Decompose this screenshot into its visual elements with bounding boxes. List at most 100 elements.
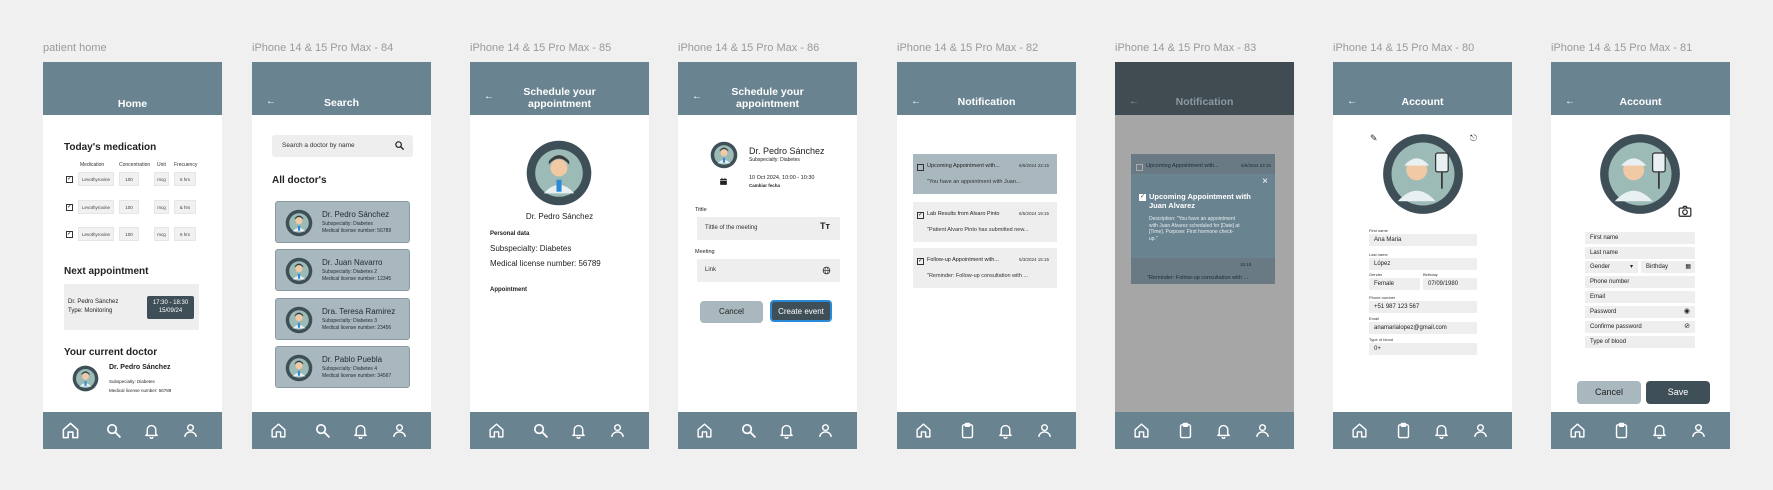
doctor-name: Dr. Pedro Sánchez (525, 212, 594, 221)
page-title: Notification (1175, 96, 1234, 108)
bell-icon[interactable] (143, 422, 160, 439)
popup-checkbox[interactable]: ✓ (1139, 194, 1146, 201)
doctor-name: Dr. Pedro Sánchez (109, 364, 171, 371)
cancel-button[interactable]: Cancel (1577, 381, 1641, 404)
notification-item[interactable]: Upcoming Appointment with... 6/6/2024 22… (913, 154, 1057, 194)
home-icon[interactable] (270, 422, 287, 439)
notification-item[interactable]: ✓ Lab Results from Alvaro Pinto 6/5/2024… (913, 202, 1057, 242)
email-input[interactable]: Email (1585, 291, 1695, 303)
doctor-license: Medical license number: 56789 (322, 228, 392, 234)
doctor-avatar (710, 141, 738, 169)
home-icon[interactable] (696, 422, 713, 439)
notification-date: 6/6/2024 22:15 (1018, 163, 1049, 168)
clipboard-icon[interactable] (959, 422, 976, 439)
med-name: Levothyroxine (78, 227, 114, 241)
search-bar[interactable]: Search a doctor by name (272, 135, 413, 157)
med-frequency: 6 hrs (174, 172, 196, 186)
last-name-value: López (1369, 258, 1477, 270)
notification-checkbox[interactable] (917, 164, 924, 171)
bell-icon[interactable] (1433, 422, 1450, 439)
eye-off-icon[interactable]: ⊘ (1684, 321, 1690, 333)
notification-checkbox[interactable] (1136, 164, 1143, 171)
page-title: Schedule your appointment (678, 86, 857, 110)
col-unit: Unit (157, 162, 166, 168)
appointment-time: 17:30 - 18:30 (152, 300, 189, 306)
bell-icon[interactable] (997, 422, 1014, 439)
cancel-button[interactable]: Cancel (700, 301, 763, 323)
user-icon[interactable] (1036, 422, 1053, 439)
frame-label-account-edit: iPhone 14 & 15 Pro Max - 81 (1551, 42, 1693, 54)
notification-item[interactable]: ✓ Follow-up Appointment with... 5/3/2024… (913, 248, 1057, 288)
appointment-card[interactable]: Dr. Pedro Sánchez Type: Monitoring 17:30… (64, 284, 199, 330)
bell-icon[interactable] (352, 422, 369, 439)
notification-checkbox[interactable]: ✓ (917, 212, 924, 219)
phone-input[interactable]: Phone number (1585, 276, 1695, 288)
home-icon[interactable] (915, 422, 932, 439)
user-icon[interactable] (1690, 422, 1707, 439)
user-icon[interactable] (1472, 422, 1489, 439)
blood-type-input[interactable]: Type of blood (1585, 336, 1695, 348)
save-button[interactable]: Save (1646, 381, 1710, 404)
med-frequency: 6 hrs (174, 227, 196, 241)
bottom-nav (43, 412, 222, 449)
doctor-card[interactable]: Dra. Teresa Ramirez Subspecialty: Diabet… (275, 298, 410, 340)
doctor-card[interactable]: Dr. Pablo Puebla Subspecialty: Diabetes … (275, 346, 410, 388)
gender-select[interactable]: Gender ▾ (1585, 261, 1638, 273)
home-icon[interactable] (1569, 422, 1586, 439)
gender-select-label: Gender (1590, 264, 1611, 270)
home-icon[interactable] (488, 422, 505, 439)
user-icon[interactable] (609, 422, 626, 439)
last-name-label: Last name (1369, 252, 1388, 257)
last-name-input[interactable]: Last name (1585, 247, 1695, 259)
header: ← Notification (1115, 62, 1294, 115)
meeting-link-input[interactable]: Link (697, 259, 840, 282)
bell-icon[interactable] (570, 422, 587, 439)
home-icon[interactable] (61, 421, 80, 440)
create-event-button[interactable]: Create event (770, 300, 832, 322)
confirm-password-input[interactable]: Confirme password ⊘ (1585, 321, 1695, 333)
user-icon[interactable] (1254, 422, 1271, 439)
notification-checkbox[interactable]: ✓ (917, 258, 924, 265)
medication-checkbox[interactable]: ✓ (66, 176, 73, 183)
search-icon[interactable] (740, 422, 757, 439)
meeting-label: Meeting (695, 249, 715, 255)
popup-desc-line: Description: "You have an appointment (1149, 216, 1236, 222)
medication-checkbox[interactable]: ✓ (66, 231, 73, 238)
doctor-name: Dr. Pablo Puebla (322, 355, 383, 364)
bottom-nav (1333, 412, 1512, 449)
search-icon[interactable] (314, 422, 331, 439)
logout-icon[interactable]: ⎋ (1470, 133, 1477, 144)
close-icon[interactable]: × (1262, 176, 1268, 187)
clipboard-icon[interactable] (1177, 422, 1194, 439)
camera-icon[interactable] (1678, 204, 1692, 218)
bell-icon[interactable] (778, 422, 795, 439)
eye-icon[interactable]: ◉ (1684, 306, 1690, 318)
change-date-link[interactable]: Cambiar fecha (749, 183, 780, 188)
notification-title: Upcoming Appointment with... (1146, 163, 1219, 169)
user-icon[interactable] (391, 422, 408, 439)
search-screen: ← Search Search a doctor by name All doc… (252, 62, 431, 449)
home-icon[interactable] (1351, 422, 1368, 439)
birthday-input[interactable]: Birthday ▦ (1641, 261, 1695, 273)
search-input[interactable]: Search a doctor by name (282, 142, 355, 149)
first-name-input[interactable]: First name (1585, 232, 1695, 244)
page-title: Account (1619, 96, 1662, 108)
title-input[interactable]: Tittle of the meeting (697, 217, 840, 240)
user-icon[interactable] (817, 422, 834, 439)
clipboard-icon[interactable] (1613, 422, 1630, 439)
home-icon[interactable] (1133, 422, 1150, 439)
password-input[interactable]: Password ◉ (1585, 306, 1695, 318)
doctor-info: Subspecialty: Diabetes Medical license nu… (322, 221, 391, 235)
text-format-icon[interactable]: Tт (820, 221, 830, 231)
edit-pencil-icon[interactable]: ✎ (1370, 133, 1378, 144)
search-icon[interactable] (394, 140, 405, 151)
bell-icon[interactable] (1215, 422, 1232, 439)
search-icon[interactable] (105, 422, 122, 439)
clipboard-icon[interactable] (1395, 422, 1412, 439)
search-icon[interactable] (532, 422, 549, 439)
bell-icon[interactable] (1651, 422, 1668, 439)
user-icon[interactable] (182, 422, 199, 439)
medication-checkbox[interactable]: ✓ (66, 204, 73, 211)
doctor-card[interactable]: Dr. Juan Navarro Subspecialty: Diabetes … (275, 249, 410, 291)
doctor-card[interactable]: Dr. Pedro Sánchez Subspecialty: Diabetes… (275, 201, 410, 243)
